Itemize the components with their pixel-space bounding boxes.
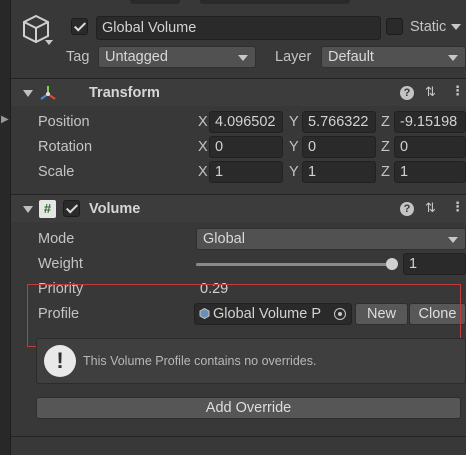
position-z-axis[interactable]: Z: [381, 114, 390, 130]
weight-slider-knob[interactable]: [386, 258, 398, 270]
mode-dropdown[interactable]: Global: [196, 228, 466, 250]
weight-value: 1: [409, 256, 418, 272]
rotation-y-axis[interactable]: Y: [289, 139, 299, 155]
chevron-down-icon: [448, 237, 458, 243]
scale-z-field[interactable]: 1: [394, 161, 466, 183]
tag-label: Tag: [66, 49, 90, 65]
rotation-z-axis[interactable]: Z: [381, 139, 390, 155]
rotation-y-value: 0: [308, 139, 317, 155]
rotation-x-axis[interactable]: X: [198, 139, 208, 155]
scale-y-value: 1: [308, 164, 317, 180]
layer-dropdown[interactable]: Default: [321, 46, 466, 68]
position-y-value: 5.766322: [308, 114, 369, 130]
position-x-field[interactable]: 4.096502: [209, 111, 283, 133]
rotation-z-field[interactable]: 0: [394, 136, 466, 158]
weight-label: Weight: [38, 256, 83, 272]
tag-value: Untagged: [105, 49, 168, 65]
scale-x-value: 1: [215, 164, 224, 180]
chevron-down-icon: [448, 55, 458, 61]
rotation-z-value: 0: [400, 139, 409, 155]
transform-title: Transform: [89, 85, 160, 101]
help-icon[interactable]: ?: [400, 86, 414, 100]
position-x-value: 4.096502: [215, 114, 276, 130]
help-icon[interactable]: ?: [400, 202, 414, 216]
foldout-arrow-icon[interactable]: [23, 206, 33, 213]
volume-title: Volume: [89, 201, 141, 217]
mode-label: Mode: [38, 231, 75, 247]
help-box: ! This Volume Profile contains no overri…: [36, 338, 466, 384]
warning-icon: !: [44, 345, 76, 377]
presets-icon[interactable]: ⇅: [425, 84, 436, 100]
layer-value: Default: [328, 49, 374, 65]
static-label: Static: [410, 19, 447, 35]
layer-label: Layer: [275, 49, 312, 65]
static-dropdown-caret[interactable]: [451, 24, 461, 30]
top-edge-fragment-2: [200, 0, 350, 4]
active-toggle[interactable]: [71, 18, 88, 35]
icon-dropdown-caret[interactable]: [45, 40, 53, 45]
kebab-menu-icon[interactable]: ⋮: [451, 199, 464, 215]
foldout-arrow-icon[interactable]: [23, 90, 33, 97]
position-y-field[interactable]: 5.766322: [302, 111, 376, 133]
mode-value: Global: [203, 231, 245, 247]
position-y-axis[interactable]: Y: [289, 114, 299, 130]
tag-dropdown[interactable]: Untagged: [98, 46, 256, 68]
scale-x-axis[interactable]: X: [198, 164, 208, 180]
position-label: Position: [38, 114, 90, 130]
scale-x-field[interactable]: 1: [209, 161, 283, 183]
scale-z-value: 1: [400, 164, 409, 180]
weight-field[interactable]: 1: [403, 253, 466, 275]
rotation-x-value: 0: [215, 139, 224, 155]
help-message: This Volume Profile contains no override…: [83, 354, 317, 368]
transform-axes-icon: [39, 84, 57, 102]
script-icon: #: [39, 200, 56, 218]
position-z-field[interactable]: -9.15198: [394, 111, 466, 133]
gameobject-name: Global Volume: [102, 20, 197, 36]
chevron-down-icon: [238, 55, 248, 61]
rotation-label: Rotation: [38, 139, 93, 155]
weight-slider-track[interactable]: [196, 263, 394, 266]
scale-y-field[interactable]: 1: [302, 161, 376, 183]
collapse-arrow-icon[interactable]: ▶: [1, 114, 9, 125]
presets-icon[interactable]: ⇅: [425, 200, 436, 216]
scale-y-axis[interactable]: Y: [289, 164, 299, 180]
left-dock-strip: ▶: [0, 0, 11, 455]
kebab-menu-icon[interactable]: ⋮: [451, 83, 464, 99]
position-z-value: -9.15198: [400, 114, 458, 130]
rotation-x-field[interactable]: 0: [209, 136, 283, 158]
position-x-axis[interactable]: X: [198, 114, 208, 130]
section-divider: [11, 436, 466, 437]
transform-header[interactable]: Transform ? ⇅ ⋮: [11, 78, 466, 106]
gameobject-name-field[interactable]: Global Volume: [96, 16, 381, 40]
scale-label: Scale: [38, 164, 75, 180]
add-override-button[interactable]: Add Override: [36, 397, 461, 419]
static-toggle[interactable]: [386, 18, 403, 35]
volume-header[interactable]: # Volume ? ⇅ ⋮: [11, 194, 466, 222]
weight-slider-fill: [196, 263, 394, 266]
rotation-y-field[interactable]: 0: [302, 136, 376, 158]
volume-enabled-toggle[interactable]: [63, 200, 80, 217]
scale-z-axis[interactable]: Z: [381, 164, 390, 180]
top-edge-fragment: [130, 0, 180, 4]
